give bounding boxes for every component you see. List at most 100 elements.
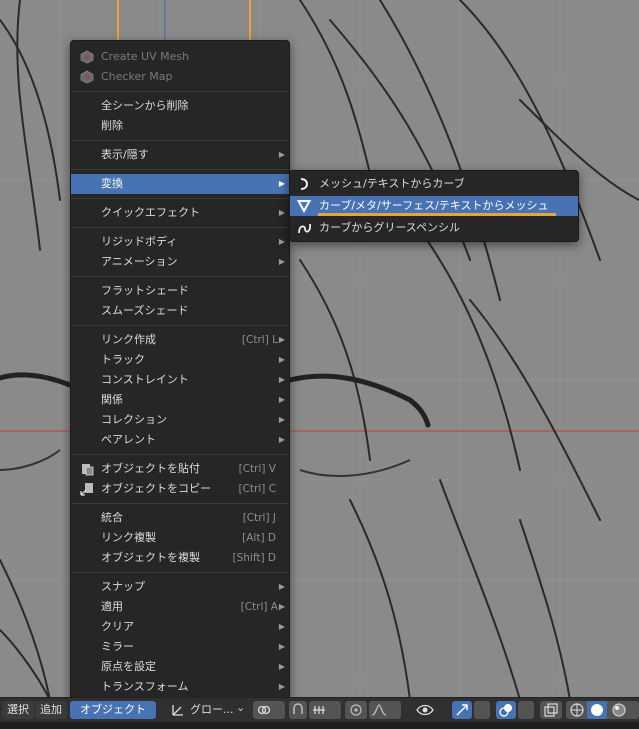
submenu-arrow-icon: ▶	[278, 179, 285, 188]
proportional-edit-toggle[interactable]	[345, 701, 367, 719]
object-menu-item[interactable]: スムーズシェード	[71, 301, 289, 321]
menu-item-label: リジッドボディ	[101, 235, 178, 248]
link-dropdown[interactable]	[253, 701, 285, 719]
snap-toggle[interactable]	[289, 701, 307, 719]
object-menu-item[interactable]: オブジェクトをコピー [Ctrl] C	[71, 479, 289, 499]
overlay-dropdown[interactable]	[518, 701, 534, 719]
material-shading-icon[interactable]	[611, 702, 627, 718]
wireframe-shading-icon[interactable]	[569, 702, 585, 718]
object-menu-item[interactable]: 全シーンから削除	[71, 96, 289, 116]
menu-item-label: アニメーション	[101, 255, 178, 268]
menu-item-label: 適用	[101, 600, 123, 613]
menu-item-label: クイックエフェクト	[101, 206, 200, 219]
convert-submenu-item[interactable]: カーブからグリースペンシル	[290, 218, 578, 238]
object-menu-item[interactable]: クイックエフェクト ▶	[71, 203, 289, 223]
object-menu-item[interactable]: コレクション ▶	[71, 410, 289, 430]
shortcut-hint: [Ctrl] J	[242, 512, 276, 524]
link-icon	[257, 705, 271, 715]
submenu-arrow-icon: ▶	[278, 257, 285, 266]
submenu-arrow-icon: ▶	[278, 662, 285, 671]
object-menu-button[interactable]: オブジェクト	[70, 701, 156, 719]
xray-toggle[interactable]	[540, 701, 562, 719]
object-menu-item[interactable]: ペアレント ▶	[71, 430, 289, 450]
gizmo-toggle[interactable]	[452, 701, 472, 719]
object-menu-item[interactable]: クリア ▶	[71, 617, 289, 637]
solid-shading-button[interactable]	[587, 701, 607, 719]
object-menu-item[interactable]: 統合 [Ctrl] J	[71, 508, 289, 528]
submenu-arrow-icon: ▶	[278, 237, 285, 246]
object-menu-item[interactable]: リンク作成 [Ctrl] L ▶	[71, 330, 289, 350]
menu-separator	[71, 454, 289, 455]
object-menu-item[interactable]: コンストレイント ▶	[71, 370, 289, 390]
submenu-arrow-icon: ▶	[278, 602, 285, 611]
select-menu-button[interactable]: 選択	[2, 701, 34, 719]
add-menu-button[interactable]: 追加	[35, 701, 67, 719]
menu-item-label: 原点を設定	[101, 660, 156, 673]
submenu-arrow-icon: ▶	[278, 150, 285, 159]
object-menu-item[interactable]: 適用 [Ctrl] A ▶	[71, 597, 289, 617]
submenu-arrow-icon: ▶	[278, 355, 285, 364]
object-menu-item[interactable]: 原点を設定 ▶	[71, 657, 289, 677]
object-menu-item: Create UV Mesh	[71, 47, 289, 67]
object-menu-item[interactable]: オブジェクトを複製 [Shift] D	[71, 548, 289, 568]
menu-separator	[71, 227, 289, 228]
object-menu-item[interactable]: 変換 ▶	[71, 174, 289, 194]
object-menu-item[interactable]: 関係 ▶	[71, 390, 289, 410]
overlay-icon	[499, 704, 512, 717]
menu-item-label: オブジェクトを貼付	[101, 462, 200, 475]
menu-item-label: トランスフォーム	[101, 680, 189, 693]
falloff-dropdown[interactable]	[369, 701, 401, 719]
chevron-down-icon: ⌄	[236, 701, 246, 714]
submenu-arrow-icon: ▶	[278, 682, 285, 691]
pivot-dropdown[interactable]: グロー... ⌄	[168, 701, 248, 719]
visibility-dropdown[interactable]	[414, 701, 448, 719]
object-menu-item[interactable]: ミラー ▶	[71, 637, 289, 657]
submenu-arrow-icon: ▶	[278, 435, 285, 444]
object-menu-item[interactable]: トランスフォーム ▶	[71, 677, 289, 697]
snap-target-dropdown[interactable]	[309, 701, 341, 719]
object-menu-item[interactable]: リンク複製 [Alt] D	[71, 528, 289, 548]
menu-separator	[71, 325, 289, 326]
solid-shading-icon	[591, 704, 603, 716]
shortcut-hint: [Ctrl] L	[241, 334, 278, 346]
submenu-item-label: メッシュ/テキストからカーブ	[319, 177, 465, 190]
shortcut-hint: [Ctrl] C	[238, 483, 276, 495]
menu-item-label: オブジェクトをコピー	[101, 482, 211, 495]
status-strip	[0, 722, 639, 729]
overlay-toggle[interactable]	[496, 701, 516, 719]
addon-icon	[80, 50, 94, 64]
object-menu-item[interactable]: フラットシェード	[71, 281, 289, 301]
object-menu: Create UV Mesh Checker Map 全シーンから削除 削除表示/隠す…	[70, 40, 290, 700]
snap-icon	[293, 703, 303, 714]
menu-separator	[71, 198, 289, 199]
menu-item-label: コレクション	[101, 413, 167, 426]
object-menu-item[interactable]: アニメーション ▶	[71, 252, 289, 272]
menu-item-label: ペアレント	[101, 433, 156, 446]
object-menu-item[interactable]: オブジェクトを貼付 [Ctrl] V	[71, 459, 289, 479]
menu-item-label: Create UV Mesh	[101, 50, 190, 63]
convert-submenu-item[interactable]: メッシュ/テキストからカーブ	[290, 174, 578, 194]
object-menu-item[interactable]: スナップ ▶	[71, 577, 289, 597]
visibility-icon	[416, 704, 434, 716]
pivot-dropdown-label: グロー...	[190, 703, 234, 716]
object-menu-item[interactable]: 削除	[71, 116, 289, 136]
submenu-item-label: カーブからグリースペンシル	[319, 221, 461, 234]
gizmo-dropdown[interactable]	[474, 701, 490, 719]
menu-separator	[71, 169, 289, 170]
submenu-arrow-icon: ▶	[278, 415, 285, 424]
menu-item-label: クリア	[101, 620, 134, 633]
menu-item-label: オブジェクトを複製	[101, 551, 200, 564]
submenu-arrow-icon: ▶	[278, 642, 285, 651]
menu-item-label: 関係	[101, 393, 123, 406]
snap-grid-icon	[313, 706, 325, 714]
object-menu-item[interactable]: 表示/隠す ▶	[71, 145, 289, 165]
menu-item-label: スナップ	[101, 580, 145, 593]
menu-separator	[71, 91, 289, 92]
object-menu-item: Checker Map	[71, 67, 289, 87]
object-menu-item[interactable]: リジッドボディ ▶	[71, 232, 289, 252]
curve-icon	[297, 177, 311, 191]
object-menu-item[interactable]: トラック ▶	[71, 350, 289, 370]
transform-pivot-icon	[172, 705, 183, 716]
menu-item-label: フラットシェード	[101, 284, 189, 297]
menu-separator	[71, 572, 289, 573]
